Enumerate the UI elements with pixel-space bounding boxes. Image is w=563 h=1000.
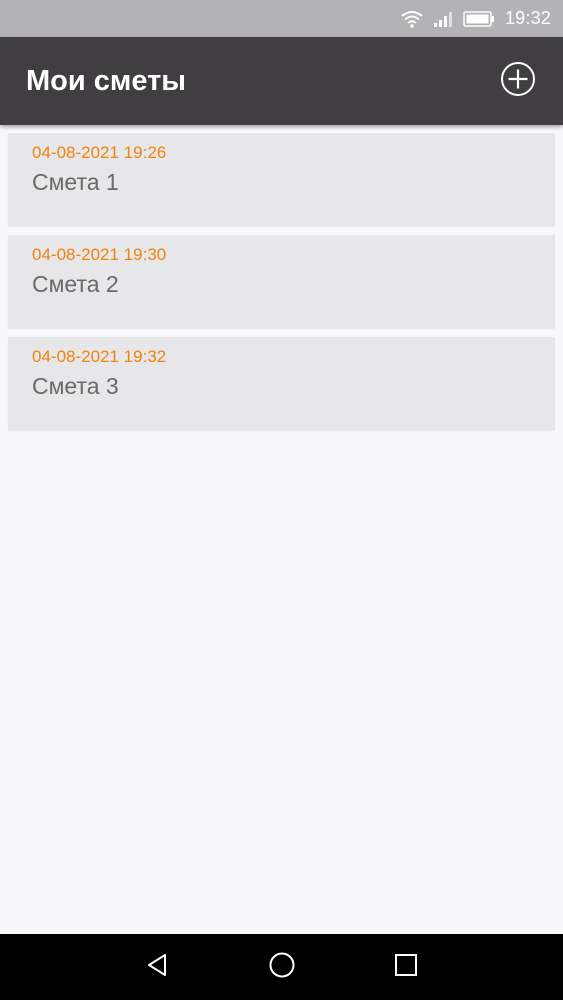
list-item[interactable]: 04-08-2021 19:32 Смета 3 [8, 337, 555, 430]
back-icon [145, 952, 171, 983]
status-bar: 19:32 [0, 0, 563, 37]
list-item[interactable]: 04-08-2021 19:30 Смета 2 [8, 235, 555, 328]
wifi-icon [401, 10, 423, 28]
battery-icon [463, 10, 495, 27]
back-button[interactable] [138, 947, 178, 987]
plus-circle-icon [500, 61, 536, 102]
app-bar: Мои сметы [0, 37, 563, 125]
page-title: Мои сметы [26, 64, 187, 97]
home-icon [268, 951, 296, 984]
estimate-date: 04-08-2021 19:30 [32, 245, 167, 264]
estimate-name: Смета 3 [32, 373, 119, 399]
navigation-bar [0, 934, 563, 1000]
signal-icon [433, 10, 453, 28]
recents-icon [393, 952, 419, 983]
recents-button[interactable] [386, 947, 426, 987]
status-time: 19:32 [504, 8, 551, 28]
list-item[interactable]: 04-08-2021 19:26 Смета 1 [8, 133, 555, 226]
estimate-date: 04-08-2021 19:26 [32, 143, 167, 162]
estimate-name: Смета 2 [32, 271, 119, 297]
estimate-date: 04-08-2021 19:32 [32, 347, 167, 366]
home-button[interactable] [262, 947, 302, 987]
add-estimate-button[interactable] [499, 61, 537, 102]
estimates-list: 04-08-2021 19:26 Смета 1 04-08-2021 19:3… [8, 133, 555, 439]
estimate-name: Смета 1 [32, 169, 119, 195]
